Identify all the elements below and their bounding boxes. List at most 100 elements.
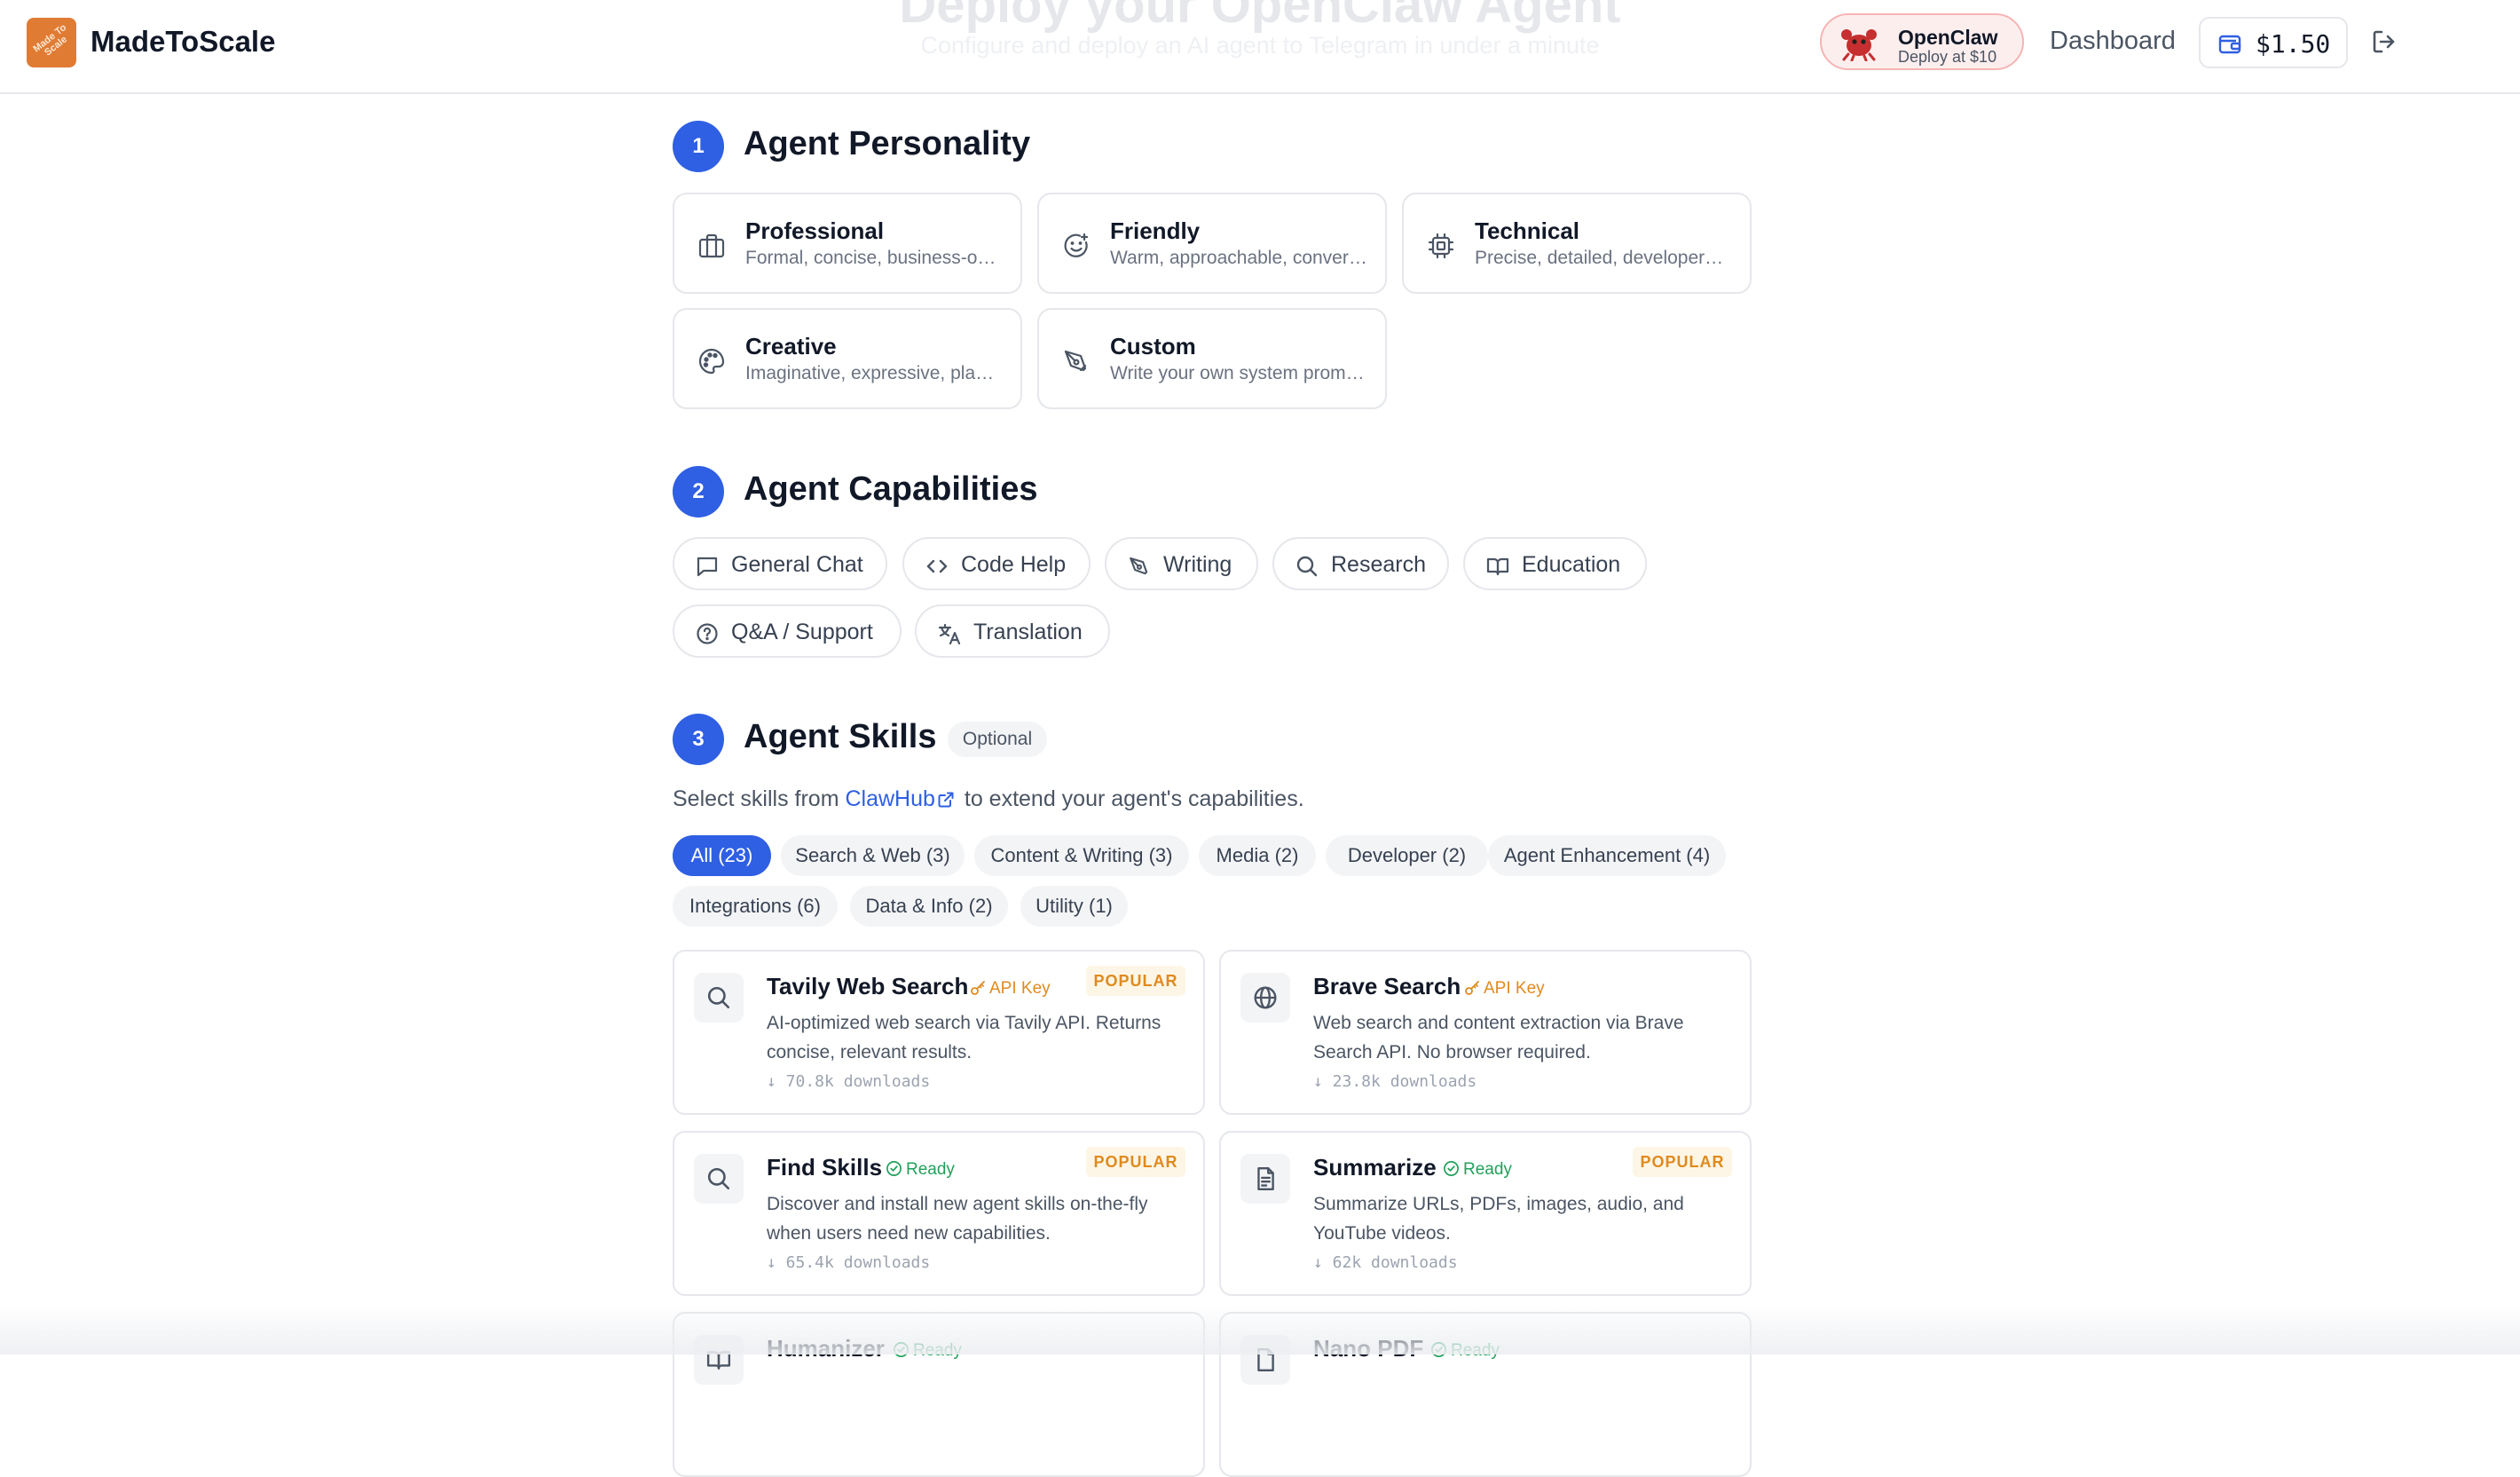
personality-desc: Warm, approachable, conver… — [1110, 248, 1367, 268]
palette-icon — [697, 347, 726, 375]
brand-logo[interactable]: Made To Scale — [27, 18, 76, 67]
code-icon — [925, 555, 949, 578]
skill-card-brave-search[interactable]: Brave Search API Key Web search and cont… — [1219, 950, 1752, 1115]
personality-title: Friendly — [1110, 217, 1201, 244]
capability-education[interactable]: Education — [1463, 537, 1647, 590]
skill-name: Brave Search — [1313, 973, 1461, 999]
step-number-2: 2 — [673, 466, 724, 517]
logout-icon[interactable] — [2371, 28, 2398, 55]
skill-downloads: ↓ 70.8k downloads — [767, 1072, 931, 1091]
search-icon — [707, 1167, 730, 1190]
filter-chip-content-writing[interactable]: Content & Writing (3) — [974, 835, 1189, 876]
personality-card-custom[interactable]: Custom Write your own system prom… — [1037, 308, 1387, 409]
nav-dashboard-link[interactable]: Dashboard — [2050, 27, 2176, 56]
capability-label: Q&A / Support — [731, 620, 873, 644]
skill-status-badge: Ready — [1443, 1160, 1512, 1180]
top-bar: Deploy your OpenClaw Agent Configure and… — [0, 0, 2520, 94]
optional-badge: Optional — [948, 722, 1047, 757]
openclaw-crab-icon — [1839, 26, 1878, 61]
section-title-capabilities: Agent Capabilities — [744, 470, 1038, 508]
skill-status-text: Ready — [906, 1160, 955, 1179]
personality-desc: Formal, concise, business-o… — [745, 248, 996, 268]
filter-chip-utility[interactable]: Utility (1) — [1020, 886, 1128, 927]
skills-intro-text: Select skills from — [673, 786, 846, 811]
personality-card-friendly[interactable]: Friendly Warm, approachable, conver… — [1037, 193, 1387, 294]
check-circle-icon — [1444, 1161, 1459, 1176]
skill-downloads: ↓ 62k downloads — [1313, 1253, 1458, 1272]
brand-name[interactable]: MadeToScale — [91, 25, 275, 59]
skill-name: Tavily Web Search — [767, 973, 969, 999]
capability-translation[interactable]: Translation — [915, 604, 1110, 658]
cpu-icon — [1427, 232, 1455, 260]
skill-description: Summarize URLs, PDFs, images, audio, and… — [1313, 1194, 1684, 1244]
key-icon — [971, 981, 985, 995]
search-icon — [1295, 555, 1319, 578]
filter-chip-developer[interactable]: Developer (2) — [1326, 835, 1488, 876]
filter-chip-agent-enhancement[interactable]: Agent Enhancement (4) — [1488, 835, 1726, 876]
filter-chip-media[interactable]: Media (2) — [1199, 835, 1316, 876]
personality-card-technical[interactable]: Technical Precise, detailed, developer… — [1402, 193, 1752, 294]
skill-downloads: ↓ 23.8k downloads — [1313, 1072, 1477, 1091]
languages-icon — [938, 622, 961, 645]
personality-title: Creative — [745, 333, 837, 359]
wallet-balance-button[interactable]: $1.50 — [2199, 17, 2348, 68]
pen-tool-icon — [1062, 347, 1091, 375]
external-link-icon[interactable] — [937, 791, 955, 809]
skills-intro-text-end: to extend your agent's capabilities. — [957, 786, 1304, 811]
skill-name: Find Skills — [767, 1154, 883, 1181]
briefcase-icon — [697, 232, 726, 260]
scroll-fade-overlay — [0, 1305, 2520, 1355]
personality-desc: Imaginative, expressive, pla… — [745, 363, 995, 383]
popular-badge: POPULAR — [1633, 1147, 1732, 1177]
filter-chip-data-info[interactable]: Data & Info (2) — [850, 886, 1008, 927]
skill-description: AI-optimized web search via Tavily API. … — [767, 1013, 1162, 1062]
logo-lettering: Made To Scale — [31, 22, 70, 59]
openclaw-title: OpenClaw — [1898, 26, 1998, 49]
skill-status-text: API Key — [989, 979, 1051, 998]
skill-downloads: ↓ 65.4k downloads — [767, 1253, 931, 1272]
skill-status-text: Ready — [1463, 1160, 1512, 1179]
smile-icon — [1062, 232, 1091, 260]
step-number-3: 3 — [673, 714, 724, 765]
capability-code-help[interactable]: Code Help — [902, 537, 1091, 590]
skill-icon-box — [694, 1154, 744, 1204]
skill-card-summarize[interactable]: Summarize Ready POPULAR Summarize URLs, … — [1219, 1131, 1752, 1296]
skill-status-text: API Key — [1484, 979, 1545, 998]
clawhub-link[interactable]: ClawHub — [845, 786, 934, 811]
openclaw-subtitle: Deploy at $10 — [1898, 48, 1997, 66]
personality-card-professional[interactable]: Professional Formal, concise, business-o… — [673, 193, 1022, 294]
help-circle-icon — [696, 622, 719, 645]
skill-icon-box — [1240, 1154, 1290, 1204]
skill-description: Web search and content extraction via Br… — [1313, 1013, 1684, 1062]
globe-icon — [1254, 986, 1277, 1009]
book-open-icon — [1486, 555, 1509, 578]
skill-card-tavily-web-search[interactable]: Tavily Web Search API Key POPULAR AI-opt… — [673, 950, 1205, 1115]
popular-badge: POPULAR — [1086, 1147, 1185, 1177]
capability-label: General Chat — [731, 552, 863, 577]
openclaw-deploy-button[interactable]: OpenClaw Deploy at $10 — [1820, 13, 2024, 70]
capability-label: Education — [1522, 552, 1621, 577]
skill-status-badge: API Key — [970, 979, 1051, 999]
wallet-amount: $1.50 — [2256, 29, 2331, 59]
step-number-1: 1 — [673, 121, 724, 172]
personality-card-creative[interactable]: Creative Imaginative, expressive, pla… — [673, 308, 1022, 409]
capability-label: Writing — [1163, 552, 1232, 577]
filter-chip-integrations[interactable]: Integrations (6) — [673, 886, 838, 927]
filter-chip-search-web[interactable]: Search & Web (3) — [781, 835, 965, 876]
skill-status-badge: Ready — [886, 1160, 955, 1180]
skill-description: Discover and install new agent skills on… — [767, 1194, 1148, 1244]
capability-general-chat[interactable]: General Chat — [673, 537, 887, 590]
section-title-skills: Agent Skills — [744, 718, 937, 755]
capability-research[interactable]: Research — [1272, 537, 1449, 590]
personality-desc: Write your own system prom… — [1110, 363, 1365, 383]
skill-card-find-skills[interactable]: Find Skills Ready POPULAR Discover and i… — [673, 1131, 1205, 1296]
popular-badge: POPULAR — [1086, 966, 1185, 996]
skills-intro: Select skills from ClawHub to extend you… — [673, 786, 1304, 812]
capability-qa-support[interactable]: Q&A / Support — [673, 604, 902, 658]
skill-icon-box — [694, 973, 744, 1023]
skill-status-badge: API Key — [1464, 979, 1545, 999]
filter-chip-all[interactable]: All (23) — [673, 835, 771, 876]
skill-name: Summarize — [1313, 1154, 1437, 1181]
capability-writing[interactable]: Writing — [1105, 537, 1258, 590]
skill-icon-box — [1240, 973, 1290, 1023]
